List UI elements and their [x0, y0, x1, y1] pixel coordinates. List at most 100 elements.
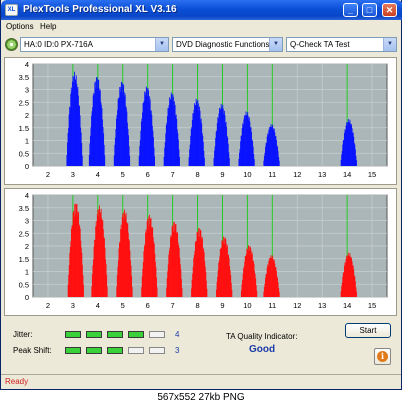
bottom-chart-y-tick-label: 1 — [25, 268, 29, 277]
title-bar[interactable]: XL PlexTools Professional XL V3.16 _ □ ✕ — [1, 0, 402, 20]
top-chart-y-tick-label: 1.5 — [19, 124, 29, 133]
peak-shift-meter-segment — [65, 347, 81, 354]
top-chart-panel: 0 0.5 1 1.5 2 2.5 3 3.5 4 2 3 4 5 6 7 8 9 10 11 12 13 14 15 — [4, 57, 397, 185]
bottom-chart-x-tick-label: 5 — [121, 301, 125, 310]
peak-shift-label: Peak Shift: — [13, 346, 52, 355]
function-select[interactable]: DVD Diagnostic Functions ▼ — [172, 37, 283, 52]
bottom-chart: 0 0.5 1 1.5 2 2.5 3 3.5 4 2 3 4 5 6 7 8 9 10 11 12 13 14 15 — [19, 191, 388, 310]
top-chart-bar — [253, 159, 255, 166]
top-chart-bar — [154, 156, 156, 166]
test-select[interactable]: Q-Check TA Test ▼ — [286, 37, 397, 52]
window-title: PlexTools Professional XL V3.16 — [23, 4, 177, 15]
bottom-chart-bar — [83, 284, 84, 297]
close-button[interactable]: ✕ — [382, 3, 397, 17]
bottom-chart-x-tick-label: 12 — [293, 301, 301, 310]
bottom-chart-x-tick-label: 6 — [146, 301, 150, 310]
info-button[interactable]: i — [374, 348, 391, 365]
bottom-chart-bar — [278, 291, 280, 297]
bottom-chart-bar — [231, 289, 233, 297]
top-chart-x-tick-label: 8 — [195, 170, 199, 179]
jitter-meter-segment — [107, 331, 123, 338]
top-chart-bar — [129, 155, 131, 166]
jitter-meter-segment — [86, 331, 102, 338]
bottom-chart-y-tick-label: 0 — [25, 293, 29, 302]
maximize-button[interactable]: □ — [362, 3, 377, 17]
top-chart-x-tick-label: 14 — [343, 170, 351, 179]
top-chart-bar — [81, 155, 83, 166]
top-chart-bar — [104, 155, 106, 166]
top-chart-y-tick-label: 0 — [25, 162, 29, 171]
bottom-chart-x-tick-label: 15 — [368, 301, 376, 310]
drive-select[interactable]: HA:0 ID:0 PX-716A ▼ — [20, 37, 169, 52]
peak-shift-meter-segment — [107, 347, 123, 354]
bottom-chart-y-tick-label: 0.5 — [19, 280, 29, 289]
bottom-chart-x-tick-label: 9 — [220, 301, 224, 310]
start-button[interactable]: Start — [345, 323, 391, 338]
function-select-value: DVD Diagnostic Functions — [176, 40, 270, 49]
app-window: XL PlexTools Professional XL V3.16 _ □ ✕… — [0, 0, 402, 390]
chevron-down-icon[interactable]: ▼ — [383, 38, 396, 51]
top-chart-y-tick-label: 4 — [25, 60, 29, 69]
top-chart-y-tick-label: 0.5 — [19, 149, 29, 158]
bottom-chart-x-tick-label: 13 — [318, 301, 326, 310]
peak-shift-meter — [65, 347, 175, 355]
bottom-chart-y-tick-label: 3 — [25, 217, 29, 226]
jitter-meter-segment — [65, 331, 81, 338]
jitter-value: 4 — [175, 330, 180, 339]
results-panel: Jitter: 4 Peak Shift: 3 TA Quality Indic… — [4, 320, 397, 370]
drive-select-value: HA:0 ID:0 PX-716A — [24, 40, 93, 49]
top-chart-bar — [278, 160, 280, 166]
bottom-chart-y-tick-label: 2.5 — [19, 229, 29, 238]
image-caption: 567x552 27kb PNG — [0, 390, 402, 406]
top-chart-x-tick-label: 10 — [243, 170, 251, 179]
bottom-chart-bar — [206, 288, 208, 297]
top-chart-x-tick-label: 9 — [220, 170, 224, 179]
ta-quality-value: Good — [249, 344, 276, 355]
bottom-chart-x-tick-label: 8 — [195, 301, 199, 310]
bottom-chart-x-tick-label: 10 — [243, 301, 251, 310]
top-chart-bar — [203, 157, 205, 166]
status-text: Ready — [5, 377, 29, 386]
top-chart-y-tick-label: 2.5 — [19, 98, 29, 107]
info-icon: i — [377, 351, 388, 362]
menu-help[interactable]: Help — [40, 22, 56, 31]
bottom-chart-bar — [256, 290, 258, 297]
top-chart-y-tick-label: 1 — [25, 137, 29, 146]
top-chart-x-tick-label: 6 — [146, 170, 150, 179]
top-chart-x-tick-label: 3 — [71, 170, 75, 179]
jitter-meter-segment — [128, 331, 144, 338]
top-chart-y-tick-label: 3.5 — [19, 73, 29, 82]
top-chart-x-tick-label: 13 — [318, 170, 326, 179]
bottom-chart-x-tick-label: 2 — [46, 301, 50, 310]
top-chart-x-tick-label: 15 — [368, 170, 376, 179]
chevron-down-icon[interactable]: ▼ — [155, 38, 168, 51]
top-chart-y-tick-label: 2 — [25, 111, 29, 120]
jitter-meter — [65, 331, 175, 339]
bottom-chart-x-tick-label: 3 — [71, 301, 75, 310]
menu-options[interactable]: Options — [6, 22, 34, 31]
app-icon: XL — [5, 4, 18, 16]
jitter-label: Jitter: — [13, 330, 33, 339]
peak-shift-meter-segment — [86, 347, 102, 354]
bottom-chart-x-tick-label: 7 — [171, 301, 175, 310]
bottom-chart-bar — [181, 288, 183, 297]
top-chart-x-tick-label: 5 — [121, 170, 125, 179]
top-chart-bar — [356, 160, 357, 166]
peak-shift-meter-segment — [149, 347, 165, 354]
minimize-button[interactable]: _ — [343, 3, 358, 17]
top-chart-x-tick-label: 12 — [293, 170, 301, 179]
top-chart-x-tick-label: 4 — [96, 170, 100, 179]
menu-bar: Options Help — [1, 20, 401, 34]
bottom-chart-x-tick-label: 11 — [268, 301, 276, 310]
bottom-chart-y-tick-label: 3.5 — [19, 204, 29, 213]
bottom-chart-x-tick-label: 4 — [96, 301, 100, 310]
top-chart-x-tick-label: 11 — [268, 170, 276, 179]
bottom-chart-y-tick-label: 1.5 — [19, 255, 29, 264]
chevron-down-icon[interactable]: ▼ — [269, 38, 282, 51]
top-chart-bar — [228, 158, 230, 166]
status-bar: Ready — [1, 374, 401, 388]
peak-shift-meter-segment — [128, 347, 144, 354]
bottom-chart-y-tick-label: 4 — [25, 191, 29, 200]
jitter-meter-segment — [149, 331, 165, 338]
ta-quality-label: TA Quality Indicator: — [226, 332, 298, 341]
